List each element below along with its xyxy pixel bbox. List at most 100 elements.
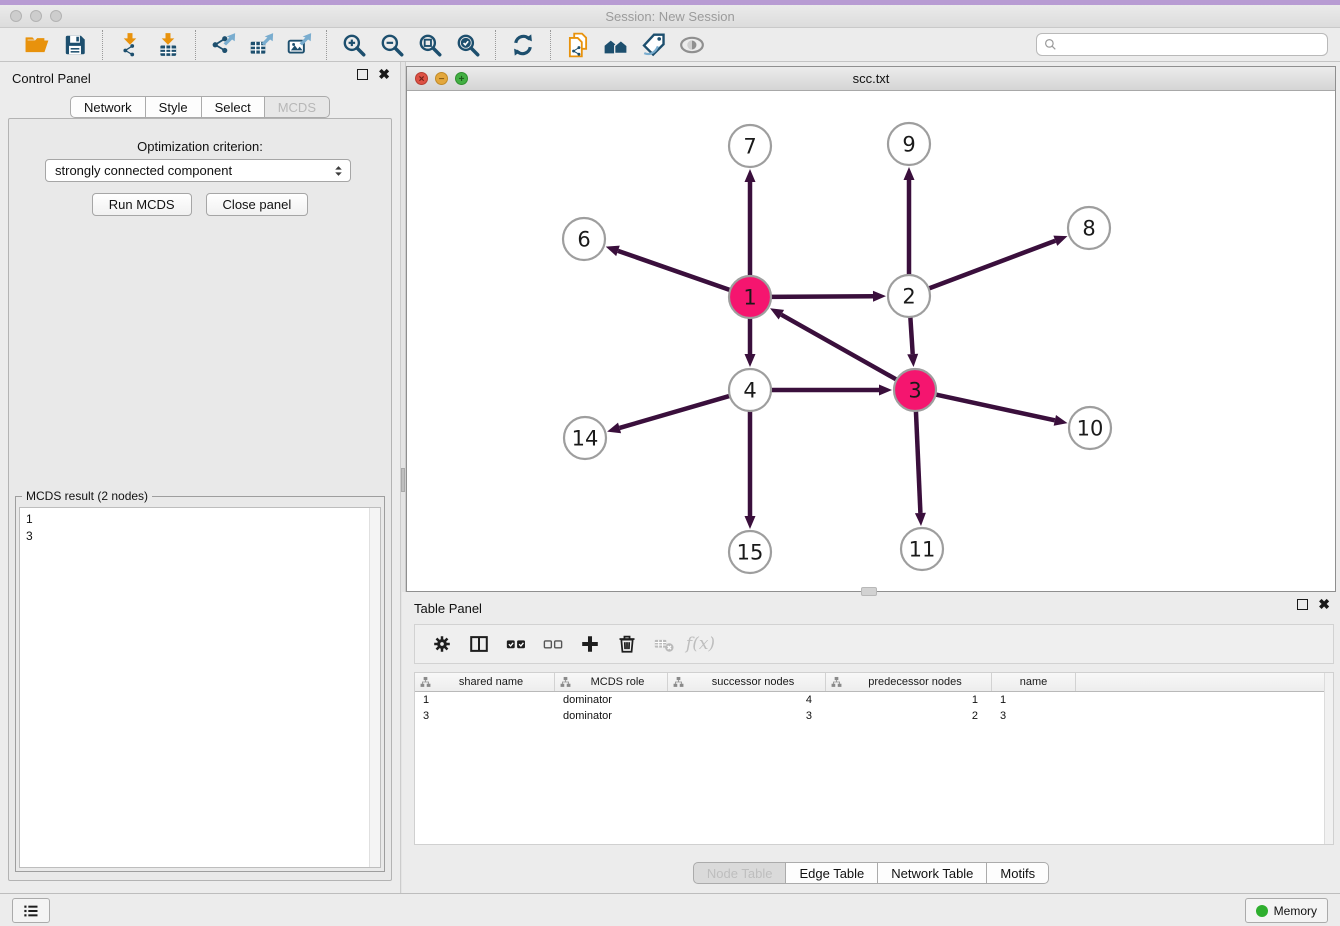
graph-edge-1-6[interactable] — [618, 251, 732, 291]
table-row[interactable]: 3dominator323 — [415, 708, 1333, 724]
column-label: shared name — [432, 676, 554, 688]
console-button[interactable] — [12, 898, 50, 923]
control-panel-header: Control Panel ✖ — [0, 62, 400, 92]
delete-table-icon — [645, 628, 682, 660]
network-close-button[interactable] — [415, 72, 428, 85]
table-cell: 4 — [668, 694, 826, 706]
import-network-icon[interactable] — [111, 30, 149, 60]
mcds-tab-content: Optimization criterion: strongly connect… — [8, 118, 392, 881]
select-all-icon[interactable] — [497, 628, 534, 660]
graph-node-label-9: 9 — [902, 133, 915, 157]
delete-icon[interactable] — [608, 628, 645, 660]
select-value: strongly connected component — [55, 163, 331, 178]
graph-edge-2-8[interactable] — [927, 241, 1056, 290]
zoom-in-icon[interactable] — [335, 30, 373, 60]
column-header-name[interactable]: name — [992, 673, 1076, 691]
maximize-window-button[interactable] — [50, 10, 62, 22]
optimization-criterion-label: Optimization criterion: — [9, 139, 391, 154]
search-icon — [1043, 37, 1058, 52]
import-table-icon[interactable] — [149, 30, 187, 60]
toolbar-button-groups — [10, 28, 719, 61]
graph-edge-arrow-3-10 — [1054, 415, 1068, 426]
close-panel-button[interactable]: Close panel — [206, 193, 309, 216]
optimization-criterion-select[interactable]: strongly connected component — [45, 159, 351, 182]
column-header-predecessor-nodes[interactable]: predecessor nodes — [826, 673, 992, 691]
eye-icon[interactable] — [673, 30, 711, 60]
export-table-icon[interactable] — [242, 30, 280, 60]
table-panel-header: Table Panel ✖ — [402, 592, 1340, 622]
table-body: 1dominator4113dominator323 — [415, 692, 1333, 724]
tree-icon — [830, 676, 843, 689]
network-window-title: scc.txt — [407, 67, 1335, 91]
table-toolbar: f(x) — [414, 624, 1334, 664]
tab-mcds[interactable]: MCDS — [264, 96, 330, 118]
graph-node-label-15: 15 — [737, 541, 764, 565]
tab-style[interactable]: Style — [145, 96, 202, 118]
graph-edge-arrow-4-14 — [607, 423, 621, 434]
save-session-icon[interactable] — [56, 30, 94, 60]
tab-node-table[interactable]: Node Table — [693, 862, 787, 884]
graph-edge-arrow-1-7 — [745, 169, 756, 182]
tag-icon[interactable] — [635, 30, 673, 60]
network-minimize-button[interactable] — [435, 72, 448, 85]
graph-edge-4-14[interactable] — [620, 395, 732, 428]
graph-edge-arrow-1-6 — [606, 246, 620, 256]
column-header-mcds-role[interactable]: MCDS role — [555, 673, 668, 691]
tab-edge-table[interactable]: Edge Table — [785, 862, 878, 884]
graph-edge-1-2[interactable] — [769, 296, 873, 297]
open-file-icon[interactable] — [18, 30, 56, 60]
settings-icon[interactable] — [423, 628, 460, 660]
tree-icon — [559, 676, 572, 689]
graph-edge-2-3[interactable] — [910, 315, 912, 354]
close-window-button[interactable] — [10, 10, 22, 22]
toolbar-group — [195, 30, 326, 60]
mcds-result-line: 3 — [26, 528, 33, 545]
column-label: predecessor nodes — [843, 676, 991, 688]
mcds-result-textarea[interactable]: 13 — [19, 507, 381, 868]
add-icon[interactable] — [571, 628, 608, 660]
network-canvas[interactable]: 7968124314101511 — [407, 91, 1335, 591]
graph-edge-3-11[interactable] — [916, 409, 921, 513]
network-from-selection-icon[interactable] — [559, 30, 597, 60]
export-image-icon[interactable] — [280, 30, 318, 60]
horizontal-split-grip[interactable] — [861, 587, 877, 596]
graph-node-label-6: 6 — [577, 228, 590, 252]
houses-icon[interactable] — [597, 30, 635, 60]
close-table-panel-icon[interactable]: ✖ — [1318, 599, 1330, 610]
window-titlebar: Session: New Session — [0, 5, 1340, 28]
graph-edge-arrow-2-3 — [907, 354, 918, 367]
zoom-selected-icon[interactable] — [449, 30, 487, 60]
search-input[interactable] — [1058, 38, 1321, 52]
graph-edge-arrow-2-8 — [1053, 236, 1067, 246]
float-table-panel-icon[interactable] — [1297, 599, 1308, 610]
zoom-fit-icon[interactable] — [411, 30, 449, 60]
tab-network-table[interactable]: Network Table — [877, 862, 987, 884]
column-header-shared-name[interactable]: shared name — [415, 673, 555, 691]
minimize-window-button[interactable] — [30, 10, 42, 22]
tab-select[interactable]: Select — [201, 96, 265, 118]
table-cell: 1 — [992, 694, 1076, 706]
mcds-result-scrollbar[interactable] — [369, 508, 380, 867]
network-maximize-button[interactable] — [455, 72, 468, 85]
split-view-icon[interactable] — [460, 628, 497, 660]
table-row[interactable]: 1dominator411 — [415, 692, 1333, 708]
mcds-buttons-row: Run MCDS Close panel — [9, 193, 391, 216]
tab-motifs[interactable]: Motifs — [986, 862, 1049, 884]
vertical-split-grip[interactable] — [401, 468, 405, 492]
control-panel: Control Panel ✖ NetworkStyleSelectMCDS O… — [0, 62, 400, 893]
zoom-out-icon[interactable] — [373, 30, 411, 60]
column-header-successor-nodes[interactable]: successor nodes — [668, 673, 826, 691]
run-mcds-button[interactable]: Run MCDS — [92, 193, 192, 216]
graph-edge-3-10[interactable] — [934, 394, 1055, 420]
graph-edge-3-1[interactable] — [781, 315, 898, 381]
deselect-all-icon[interactable] — [534, 628, 571, 660]
graph-node-label-3: 3 — [908, 379, 921, 403]
tab-network[interactable]: Network — [70, 96, 146, 118]
apply-layout-icon[interactable] — [504, 30, 542, 60]
export-network-icon[interactable] — [204, 30, 242, 60]
close-panel-icon[interactable]: ✖ — [378, 69, 390, 80]
table-cell: 1 — [826, 694, 992, 706]
float-panel-icon[interactable] — [357, 69, 368, 80]
memory-button[interactable]: Memory — [1245, 898, 1328, 923]
table-scrollbar[interactable] — [1324, 673, 1333, 844]
